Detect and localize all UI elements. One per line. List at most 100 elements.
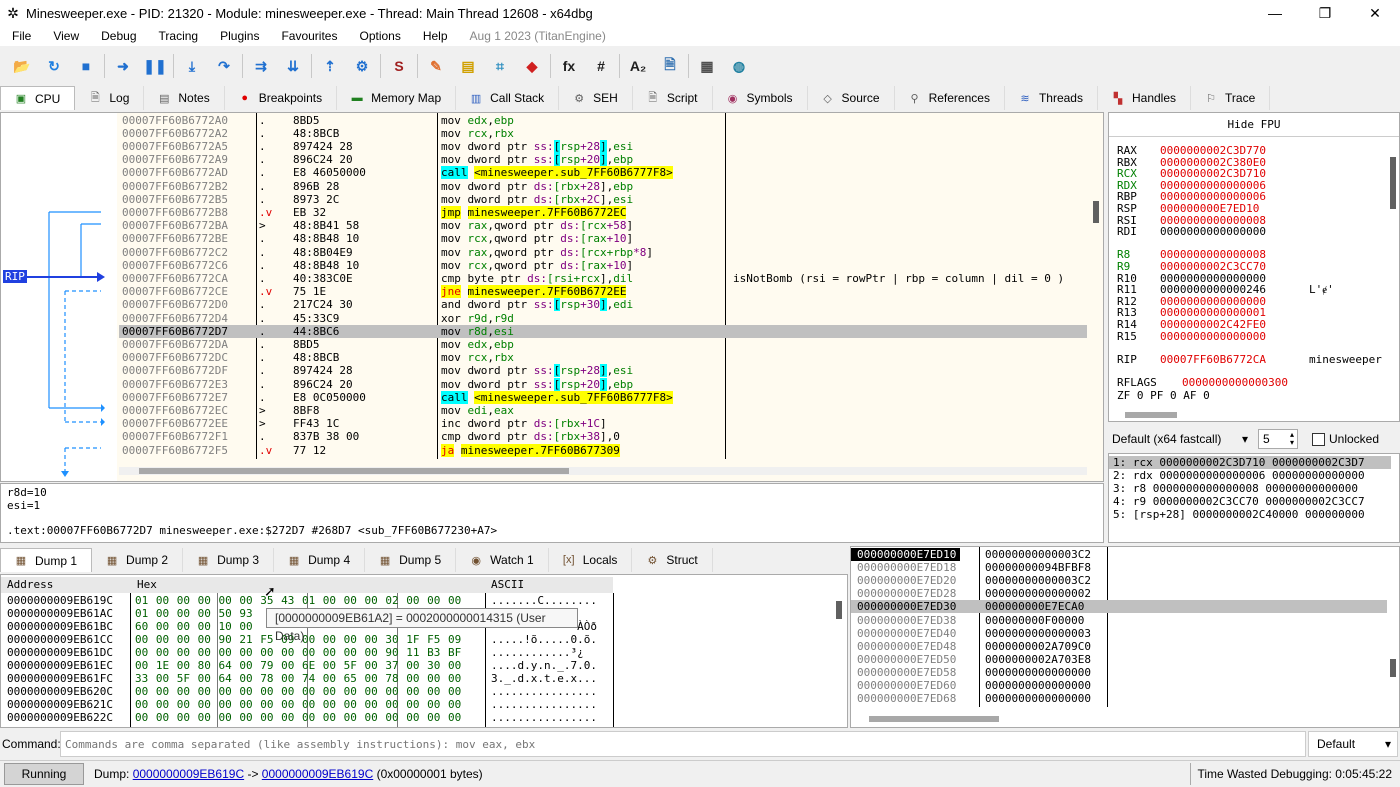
stack-row[interactable]: 000000000E7ED30 000000000E7ECA0 [851, 600, 1387, 614]
dump-hex[interactable]: 00 00 00 00 00 00 00 00 00 00 00 00 00 0… [135, 698, 461, 711]
dump-header-address[interactable]: Address [7, 578, 53, 591]
dump-ascii[interactable]: ................ [491, 698, 597, 711]
disasm-row[interactable]: 00007FF60B6772E7. E8 0C050000 call <minesw… [119, 390, 1087, 404]
dump-ascii[interactable]: 3._.d.x.t.e.x... [491, 672, 597, 685]
dump-ascii[interactable]: .......C........ [491, 594, 597, 607]
run-icon[interactable]: ➜ [112, 55, 134, 77]
disasm-row[interactable]: 00007FF60B6772DA. 8BD5 mov edx,ebp [119, 338, 1087, 351]
minimize-button[interactable]: — [1250, 0, 1300, 26]
stack-row[interactable]: 000000000E7ED20 00000000000003C2 [851, 574, 1387, 587]
dump-hex[interactable]: 00 1E 00 80 64 00 79 00 6E 00 5F 00 37 0… [135, 659, 461, 672]
disasm-row[interactable]: 00007FF60B6772B5. 8973 2C mov dword ptr ds… [119, 193, 1087, 206]
dump-start-link[interactable]: 0000000009EB619C [133, 767, 244, 781]
disasm-row[interactable]: 00007FF60B6772EE > FF43 1C inc dword ptr ds… [119, 417, 1087, 430]
dump-end-link[interactable]: 0000000009EB619C [262, 767, 373, 781]
stack-row[interactable]: 000000000E7ED40 0000000000000003 [851, 627, 1387, 640]
execute-till-return-icon[interactable]: ⇡ [319, 55, 341, 77]
dump-tab-4[interactable]: ▦ Dump 4 [274, 548, 366, 572]
menu-options[interactable]: Options [347, 29, 410, 43]
stack-row[interactable]: 000000000E7ED28 0000000000000002 [851, 587, 1387, 600]
tab-breakpoints[interactable]: ● Breakpoints [224, 86, 338, 110]
argument-row[interactable]: 5: [rsp+28] 0000000002C40000 000000000 [1113, 508, 1365, 521]
tab-trace[interactable]: ⚐ Trace [1191, 86, 1271, 110]
restart-icon[interactable]: ↻ [43, 55, 65, 77]
disasm-row[interactable]: 00007FF60B6772D4. 45:33C9 xor r9d,r9d [119, 312, 1087, 325]
dump-tab-7[interactable]: [x] Locals [548, 548, 633, 572]
tab-notes[interactable]: ▤ Notes [144, 86, 225, 110]
step-over-icon[interactable]: ↷ [213, 55, 235, 77]
dump-tab-2[interactable]: ▦ Dump 2 [92, 548, 184, 572]
argument-row[interactable]: 3: r8 0000000000000008 00000000000000 [1113, 482, 1358, 495]
disasm-row[interactable]: 00007FF60B6772F5 .v 77 12 ja minesweeper.7F… [119, 443, 1087, 457]
disasm-row[interactable]: 00007FF60B6772AD. E8 46050000 call <minesw… [119, 166, 1087, 180]
dump-pane[interactable]: Address Hex ASCII 0000000009EB619C 01 00 … [0, 574, 848, 728]
stack-row[interactable]: 000000000E7ED58 0000000000000000 [851, 666, 1387, 679]
calculator-icon[interactable]: ▦ [696, 55, 718, 77]
disasm-row[interactable]: 00007FF60B6772C2. 48:8B04E9 mov rax,qword … [119, 246, 1087, 259]
tab-source[interactable]: ◇ Source [807, 86, 895, 110]
disasm-row[interactable]: 00007FF60B6772BA >48:8B41 58 mov rax,qword… [119, 219, 1087, 232]
stack-vertical-scrollbar[interactable] [1387, 547, 1399, 707]
menu-file[interactable]: File [0, 29, 41, 43]
dump-header-ascii[interactable]: ASCII [491, 578, 524, 591]
disasm-row[interactable]: 00007FF60B6772B8 .v EB 32 jmp minesweeper.7… [119, 205, 1087, 219]
dump-hex[interactable]: 01 00 00 00 00 00 35 43 01 00 00 00 02 0… [135, 594, 461, 607]
dump-ascii[interactable]: ................ [491, 685, 597, 698]
menu-debug[interactable]: Debug [89, 29, 146, 43]
tab-seh[interactable]: ⚙ SEH [559, 86, 633, 110]
menu-plugins[interactable]: Plugins [208, 29, 269, 43]
disassembly-horizontal-scrollbar[interactable] [119, 464, 1087, 478]
disassembly-view[interactable]: 00007FF60B6772A0. 8BD5 mov edx,ebp 00007FF6… [119, 113, 1087, 459]
disasm-row[interactable]: 00007FF60B6772CA. 40:383C0E cmp byte ptr d… [119, 272, 1087, 285]
dump-tab-8[interactable]: ⚙ Struct [632, 548, 713, 572]
tab-log[interactable]: 🗎 Log [75, 86, 145, 110]
dump-header-hex[interactable]: Hex [137, 578, 157, 591]
function-icon[interactable]: fx [558, 55, 580, 77]
stack-row[interactable]: 000000000E7ED10 00000000000003C2 [851, 548, 1387, 561]
disasm-row[interactable]: 00007FF60B6772DF. 897424 28 mov dword ptr … [119, 364, 1087, 378]
disasm-row[interactable]: 00007FF60B6772CE .v 75 1E jne minesweeper.7… [119, 285, 1087, 299]
disasm-row[interactable]: 00007FF60B6772DC. 48:8BCB mov rcx,rbx [119, 351, 1087, 364]
globe-icon[interactable]: ◍ [728, 55, 750, 77]
stack-row[interactable]: 000000000E7ED50 0000000002A703E8 [851, 653, 1387, 666]
bookmark-icon[interactable]: ◆ [521, 55, 543, 77]
disasm-row[interactable]: 00007FF60B6772F1. 837B 38 00 cmp dword ptr… [119, 430, 1087, 443]
font-icon[interactable]: A₂ [627, 55, 649, 77]
dump-hex[interactable]: 00 00 00 00 00 00 00 00 00 00 00 00 00 0… [135, 685, 461, 698]
labels-icon[interactable]: ⌗ [489, 55, 511, 77]
checkbox-box[interactable] [1312, 432, 1325, 446]
dump-ascii[interactable]: .....!õ.....0.õ. [491, 633, 597, 646]
dump-tab-6[interactable]: ◉ Watch 1 [456, 548, 549, 572]
trace-over-icon[interactable]: ⇊ [282, 55, 304, 77]
flags-line[interactable]: ZF 0 PF 0 AF 0 [1117, 390, 1210, 402]
dump-ascii[interactable]: ................ [491, 711, 597, 724]
disasm-row[interactable]: 00007FF60B6772E3. 896C24 20 mov dword ptr … [119, 377, 1087, 391]
tab-references[interactable]: ⚲ References [894, 86, 1005, 110]
dump-tab-3[interactable]: ▦ Dump 3 [183, 548, 275, 572]
stack-row[interactable]: 000000000E7ED60 0000000000000000 [851, 679, 1387, 692]
pause-icon[interactable]: ❚❚ [143, 55, 166, 77]
registers-horizontal-scrollbar[interactable] [1109, 409, 1385, 421]
tab-script[interactable]: 🗎 Script [632, 86, 713, 110]
disasm-row[interactable]: 00007FF60B6772A0. 8BD5 mov edx,ebp [119, 114, 1087, 127]
menu-tracing[interactable]: Tracing [147, 29, 209, 43]
dump-hex[interactable]: 00 00 00 00 00 00 00 00 00 00 00 00 90 1… [135, 646, 461, 659]
stack-horizontal-scrollbar[interactable] [869, 713, 1381, 725]
trace-into-icon[interactable]: ⇉ [250, 55, 272, 77]
register-value[interactable]: 0000000000000000 [1160, 226, 1266, 238]
open-icon[interactable]: 📂 [11, 55, 33, 77]
disasm-row[interactable]: 00007FF60B6772D7. 44:8BC6 mov r8d,esi [119, 324, 1087, 338]
hash-icon[interactable]: # [590, 55, 612, 77]
run-to-user-code-icon[interactable]: ⚙ [351, 55, 373, 77]
dump-tab-5[interactable]: ▦ Dump 5 [365, 548, 457, 572]
patch-icon[interactable]: ✎ [425, 55, 447, 77]
dump-hex[interactable]: 00 00 00 00 00 00 00 00 00 00 00 00 00 0… [135, 711, 461, 724]
stack-pane[interactable]: 000000000E7ED10 00000000000003C2 000000000… [850, 546, 1400, 728]
comments-icon[interactable]: ▤ [457, 55, 479, 77]
registers-vertical-scrollbar[interactable] [1387, 149, 1399, 405]
disasm-row[interactable]: 00007FF60B6772C6. 48:8B48 10 mov rcx,qword… [119, 259, 1087, 272]
stack-row[interactable]: 000000000E7ED18 00000000094BFBF8 [851, 561, 1387, 574]
dump-tab-1[interactable]: ▦ Dump 1 [0, 548, 93, 572]
disasm-row[interactable]: 00007FF60B6772A2. 48:8BCB mov rcx,rbx [119, 127, 1087, 140]
command-input[interactable] [60, 731, 1306, 757]
